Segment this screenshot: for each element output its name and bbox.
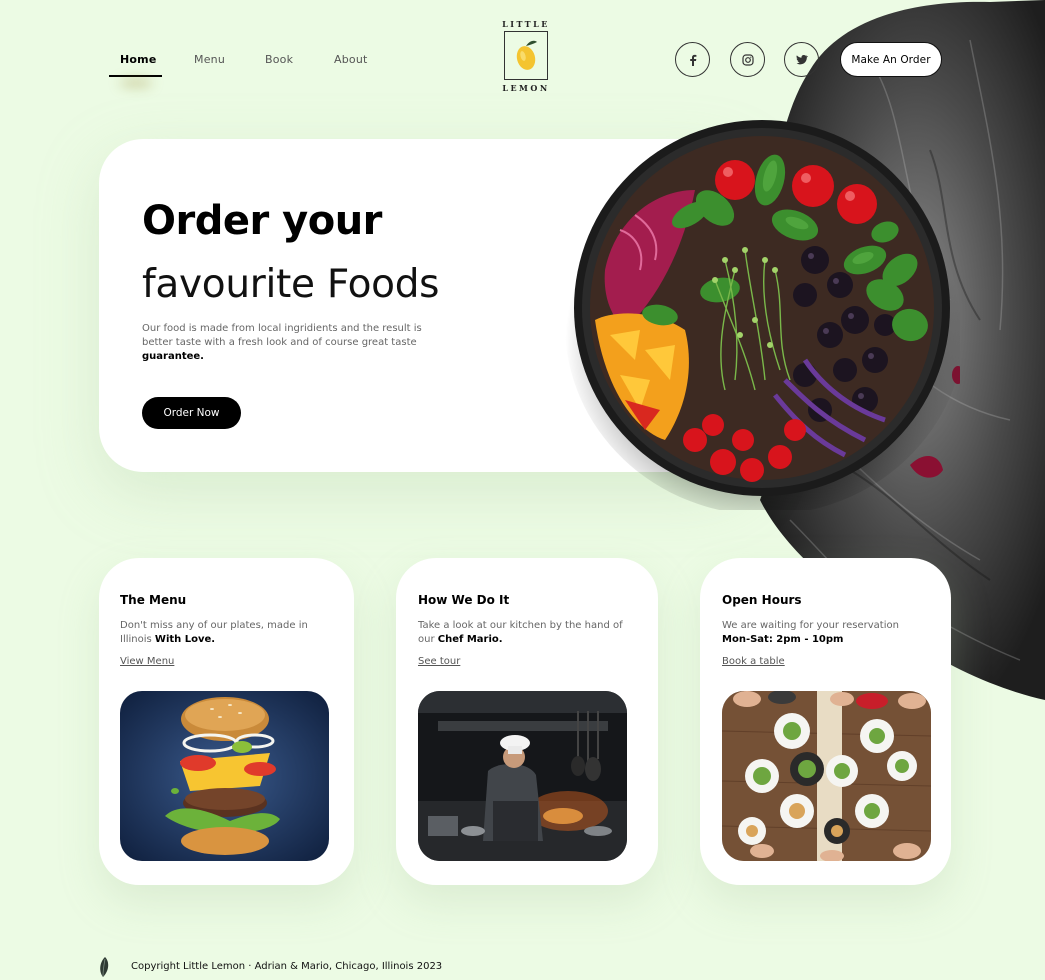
dinner-table-image (722, 691, 931, 861)
card-text-bold: Mon-Sat: 2pm - 10pm (722, 634, 844, 645)
logo-text-top: LITTLE (502, 19, 550, 29)
twitter-icon (795, 54, 808, 64)
nav-menu-link[interactable]: Menu (194, 53, 225, 66)
facebook-icon (689, 54, 696, 66)
make-an-order-button[interactable]: Make An Order (840, 42, 942, 77)
nav-active-underline (109, 75, 162, 77)
instagram-icon (741, 53, 754, 66)
order-now-button[interactable]: Order Now (142, 397, 241, 429)
nav-home-link[interactable]: Home (120, 53, 157, 66)
card-text-plain: We are waiting for your reservation (722, 620, 899, 631)
card-title: The Menu (120, 593, 187, 607)
card-title: How We Do It (418, 593, 510, 607)
card-title: Open Hours (722, 593, 802, 607)
card-text-bold: Chef Mario. (437, 634, 503, 645)
card-text: We are waiting for your reservation Mon-… (722, 619, 937, 647)
see-tour-link[interactable]: See tour (418, 656, 460, 667)
open-hours-card: Open Hours We are waiting for your reser… (700, 558, 951, 885)
hero-title-light: favourite Foods (142, 262, 440, 307)
hero-description: Our food is made from local ingridients … (142, 322, 442, 364)
nav-book-link[interactable]: Book (265, 53, 293, 66)
site-header: Home Menu Book About LITTLE LEMON Make A… (0, 0, 1045, 110)
logo-text-bottom: LEMON (502, 83, 550, 93)
lemon-icon (504, 31, 548, 80)
chef-kitchen-image (418, 691, 627, 861)
salad-bowl-image (565, 120, 965, 515)
hero-description-bold: guarantee. (142, 351, 204, 362)
footer-copyright: Copyright Little Lemon · Adrian & Mario,… (131, 961, 443, 972)
little-lemon-logo[interactable]: LITTLE LEMON (496, 19, 556, 99)
hero-title-bold: Order your (142, 198, 382, 244)
book-a-table-link[interactable]: Book a table (722, 656, 785, 667)
twitter-button[interactable] (784, 42, 819, 77)
card-text-bold: With Love. (154, 634, 216, 645)
card-text: Don't miss any of our plates, made in Il… (120, 619, 335, 647)
facebook-button[interactable] (675, 42, 710, 77)
leaf-icon (97, 956, 111, 978)
instagram-button[interactable] (730, 42, 765, 77)
view-menu-link[interactable]: View Menu (120, 656, 174, 667)
nav-about-link[interactable]: About (334, 53, 368, 66)
card-text: Take a look at our kitchen by the hand o… (418, 619, 633, 647)
burger-image (120, 691, 329, 861)
hero-description-text: Our food is made from local ingridients … (142, 323, 422, 348)
menu-card: The Menu Don't miss any of our plates, m… (99, 558, 354, 885)
kitchen-card: How We Do It Take a look at our kitchen … (396, 558, 658, 885)
